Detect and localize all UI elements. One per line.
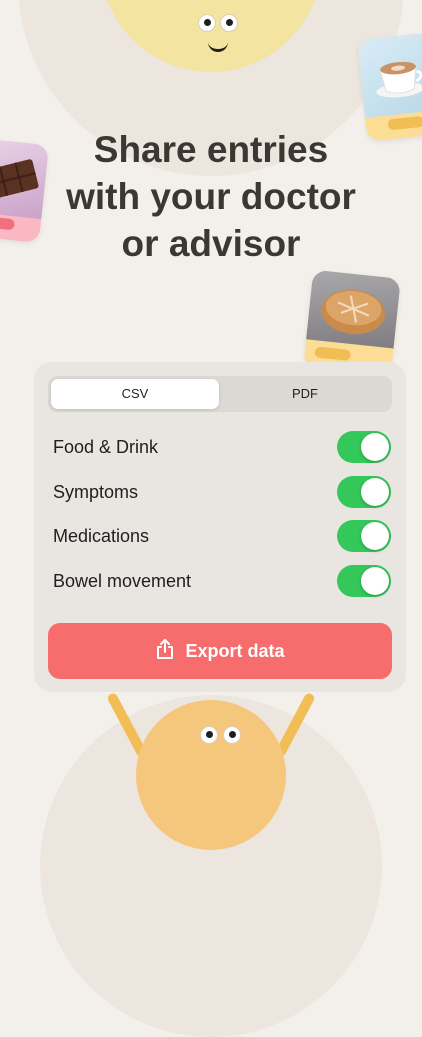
category-label: Bowel movement [53,571,192,591]
headline-line-1: Share entries [93,129,329,170]
format-option-pdf[interactable]: PDF [221,379,389,409]
share-icon [155,638,175,665]
bottom-sun-mascot [136,700,286,850]
toggle-knob [361,478,389,506]
format-option-csv[interactable]: CSV [51,379,219,409]
bowel-movement-toggle[interactable] [337,565,391,597]
category-label: Symptoms [53,482,139,502]
mascot-left-eye [198,14,216,32]
category-row-food-drink: Food & Drink [53,431,391,463]
bottom-mascot-right-eye [223,726,241,744]
coffee-image [356,32,422,118]
toggle-knob [361,433,389,461]
category-row-symptoms: Symptoms [53,476,391,508]
export-settings-panel: CSV PDF Food & Drink Symptoms Medication… [34,362,406,692]
export-data-button[interactable]: Export data [48,623,392,679]
medications-toggle[interactable] [337,520,391,552]
category-row-medications: Medications [53,520,391,552]
category-label: Food & Drink [53,437,159,457]
toggle-knob [361,522,389,550]
bread-card-bar [314,346,352,362]
export-data-label: Export data [185,640,285,661]
bread-card [303,269,401,377]
page-headline: Share entries with your doctor or adviso… [0,126,422,267]
category-row-bowel-movement: Bowel movement [53,565,391,597]
headline-line-2: with your doctor [66,176,356,217]
mascot-right-eye [220,14,238,32]
food-drink-toggle[interactable] [337,431,391,463]
category-label: Medications [53,526,150,546]
bottom-mascot-left-eye [200,726,218,744]
format-segmented-control: CSV PDF [48,376,392,412]
toggle-knob [361,567,389,595]
headline-line-3: or advisor [121,223,301,264]
bread-image [306,269,401,349]
symptoms-toggle[interactable] [337,476,391,508]
